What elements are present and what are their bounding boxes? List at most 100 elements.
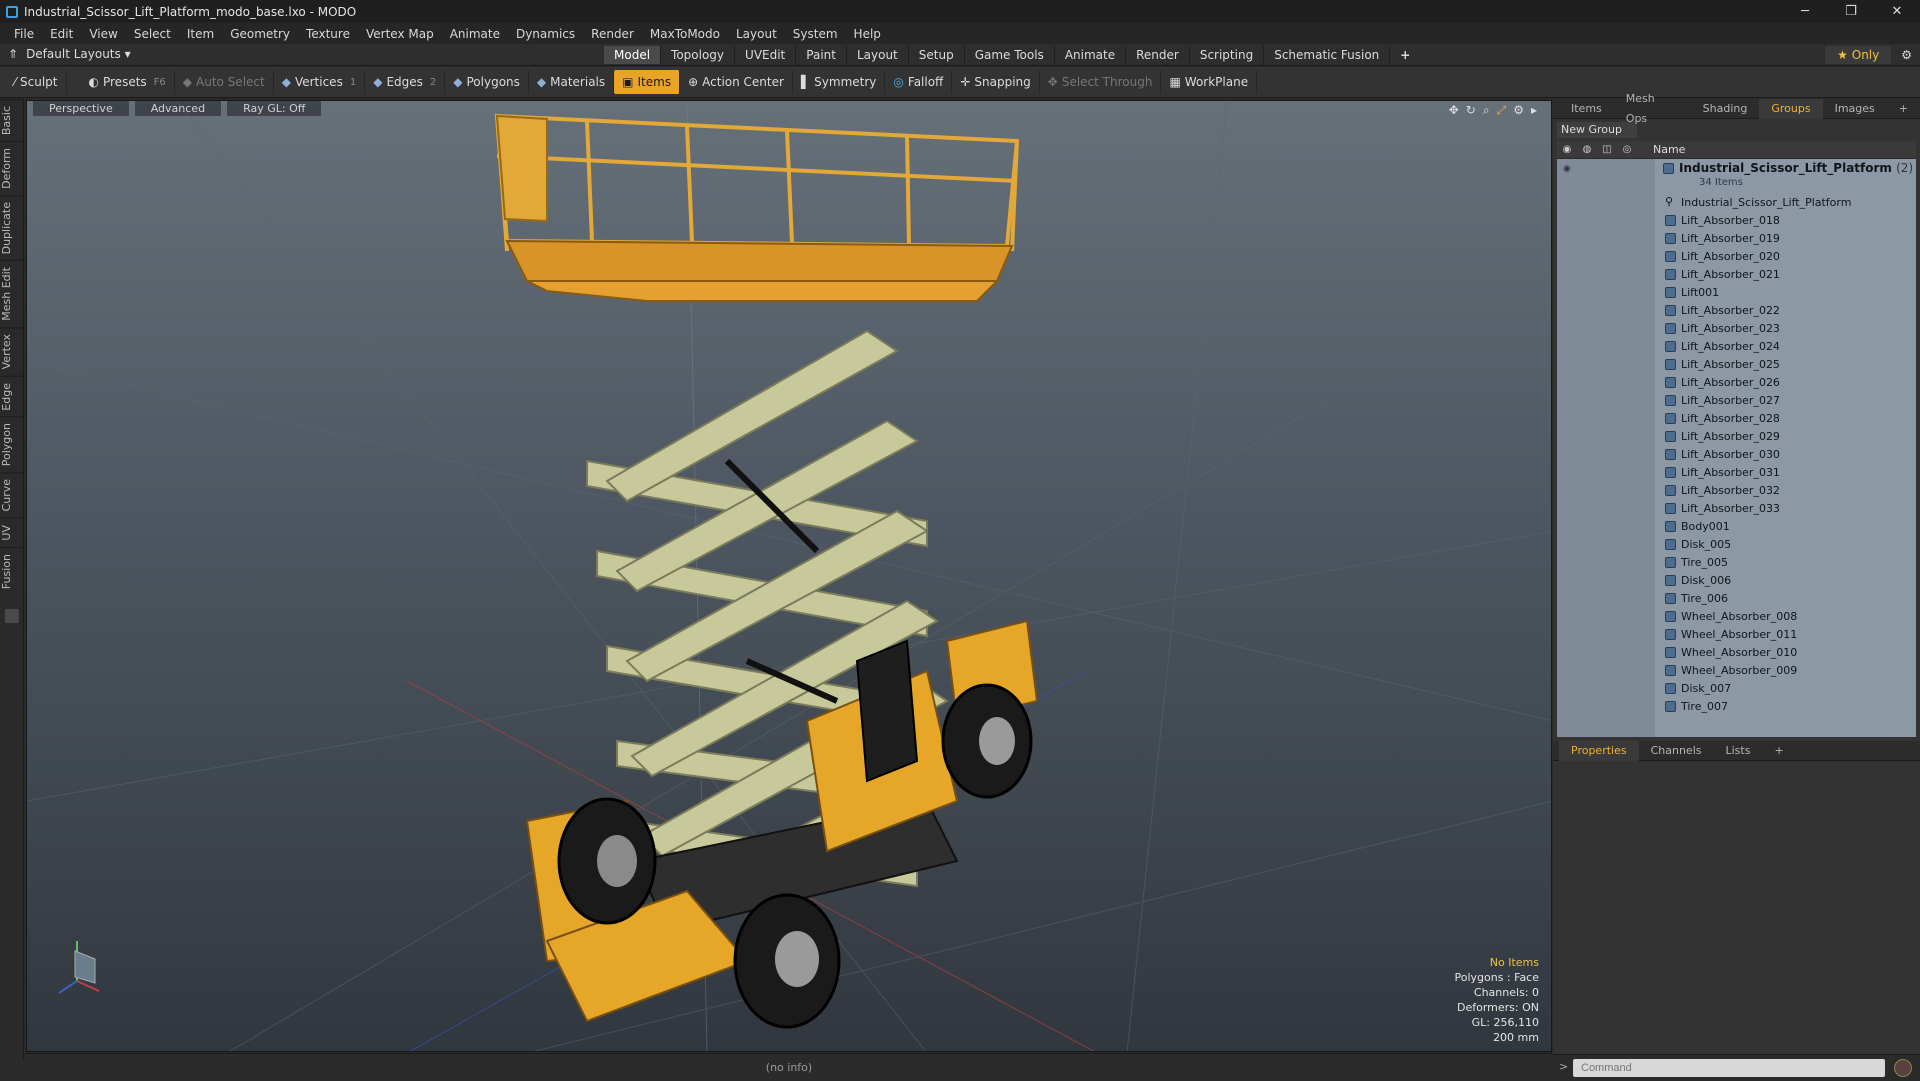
group-item-row[interactable]: Disk_007 [1557, 679, 1916, 697]
group-item-row[interactable]: ⚲ Industrial_Scissor_Lift_Platform [1557, 193, 1916, 211]
scissor-lift-model[interactable] [27, 101, 1552, 1052]
tab-setup[interactable]: Setup [909, 46, 965, 64]
gear-icon[interactable]: ⚙ [1901, 48, 1912, 62]
tab-topology[interactable]: Topology [661, 46, 736, 64]
select-through-button[interactable]: ✥ Select Through [1040, 70, 1162, 94]
tab-mesh-ops[interactable]: Mesh Ops [1614, 89, 1691, 129]
sculpt-button[interactable]: ⁄ Sculpt [6, 70, 67, 94]
vtab-deform[interactable]: Deform [0, 141, 24, 196]
menu-layout[interactable]: Layout [728, 27, 785, 41]
vtab-curve[interactable]: Curve [0, 472, 24, 518]
menu-edit[interactable]: Edit [42, 27, 81, 41]
add-properties-tab-button[interactable]: + [1762, 741, 1795, 761]
menu-animate[interactable]: Animate [442, 27, 508, 41]
tab-schematic-fusion[interactable]: Schematic Fusion [1264, 46, 1391, 64]
group-item-row[interactable]: Lift_Absorber_026 [1557, 373, 1916, 391]
polygons-button[interactable]: ◆ Polygons [445, 70, 529, 94]
minimize-button[interactable]: ─ [1782, 0, 1828, 23]
menu-texture[interactable]: Texture [298, 27, 358, 41]
tab-groups[interactable]: Groups [1759, 98, 1823, 119]
group-item-row[interactable]: Lift_Absorber_032 [1557, 481, 1916, 499]
vtab-polygon[interactable]: Polygon [0, 416, 24, 473]
group-item-row[interactable]: Lift_Absorber_019 [1557, 229, 1916, 247]
menu-render[interactable]: Render [583, 27, 642, 41]
group-item-row[interactable]: Tire_007 [1557, 697, 1916, 715]
menu-file[interactable]: File [6, 27, 42, 41]
group-item-row[interactable]: Lift_Absorber_030 [1557, 445, 1916, 463]
eye-icon[interactable]: ◉ [1563, 164, 1571, 174]
layout-dropdown[interactable]: Default Layouts ▾ [26, 47, 131, 61]
vtab-uv[interactable]: UV [0, 517, 24, 547]
tab-channels[interactable]: Channels [1639, 741, 1714, 761]
group-item-row[interactable]: Disk_005 [1557, 535, 1916, 553]
close-button[interactable]: ✕ [1874, 0, 1920, 23]
panel-toggle-button[interactable] [4, 608, 19, 623]
group-item-row[interactable]: Lift_Absorber_024 [1557, 337, 1916, 355]
visibility-column-icon[interactable]: ◉ [1557, 144, 1577, 155]
group-root-row[interactable]: ◉ Industrial_Scissor_Lift_Platform (2) 3… [1557, 159, 1916, 193]
items-button[interactable]: ▣ Items [614, 70, 681, 94]
group-item-row[interactable]: Lift_Absorber_025 [1557, 355, 1916, 373]
group-item-row[interactable]: Lift_Absorber_022 [1557, 301, 1916, 319]
tab-render[interactable]: Render [1126, 46, 1190, 64]
group-item-row[interactable]: Wheel_Absorber_009 [1557, 661, 1916, 679]
menu-dynamics[interactable]: Dynamics [508, 27, 583, 41]
tab-shading[interactable]: Shading [1691, 99, 1760, 119]
materials-button[interactable]: ◆ Materials [529, 70, 615, 94]
action-center-button[interactable]: ⊕ Action Center [680, 70, 793, 94]
group-item-row[interactable]: Lift_Absorber_029 [1557, 427, 1916, 445]
tab-lists[interactable]: Lists [1714, 741, 1763, 761]
name-column[interactable]: Name [1653, 143, 1685, 156]
group-item-row[interactable]: Tire_005 [1557, 553, 1916, 571]
group-item-row[interactable]: Body001 [1557, 517, 1916, 535]
menu-system[interactable]: System [785, 27, 846, 41]
select-column-icon[interactable]: ◎ [1617, 144, 1637, 155]
symmetry-button[interactable]: ▌ Symmetry [793, 70, 886, 94]
vtab-duplicate[interactable]: Duplicate [0, 195, 24, 261]
lock-column-icon[interactable]: ◫ [1597, 144, 1617, 155]
falloff-button[interactable]: ◎ Falloff [885, 70, 953, 94]
menu-select[interactable]: Select [126, 27, 179, 41]
tab-animate[interactable]: Animate [1055, 46, 1127, 64]
tab-items[interactable]: Items [1559, 99, 1614, 119]
vtab-vertex[interactable]: Vertex [0, 327, 24, 376]
menu-vertex-map[interactable]: Vertex Map [358, 27, 442, 41]
render-column-icon[interactable]: ◍ [1577, 144, 1597, 155]
tab-properties[interactable]: Properties [1559, 740, 1639, 761]
group-item-row[interactable]: Lift_Absorber_021 [1557, 265, 1916, 283]
vertices-button[interactable]: ◆ Vertices 1 [274, 70, 366, 94]
tab-uvedit[interactable]: UVEdit [735, 46, 797, 64]
tab-model[interactable]: Model [604, 46, 662, 64]
group-item-row[interactable]: Lift_Absorber_027 [1557, 391, 1916, 409]
tab-images[interactable]: Images [1823, 99, 1887, 119]
group-item-row[interactable]: Lift_Absorber_018 [1557, 211, 1916, 229]
menu-help[interactable]: Help [846, 27, 889, 41]
tab-paint[interactable]: Paint [796, 46, 847, 64]
add-tab-button[interactable]: + [1390, 46, 1420, 64]
vtab-edge[interactable]: Edge [0, 375, 24, 417]
layout-arrow-icon[interactable]: ⇑ [8, 47, 18, 61]
presets-button[interactable]: ◐ Presets F6 [81, 70, 175, 94]
group-item-row[interactable]: Lift_Absorber_023 [1557, 319, 1916, 337]
command-history-button[interactable] [1894, 1059, 1912, 1077]
group-item-row[interactable]: Wheel_Absorber_010 [1557, 643, 1916, 661]
group-item-row[interactable]: Disk_006 [1557, 571, 1916, 589]
menu-geometry[interactable]: Geometry [222, 27, 298, 41]
menu-item[interactable]: Item [179, 27, 222, 41]
command-input[interactable] [1573, 1059, 1885, 1077]
group-item-row[interactable]: Lift_Absorber_031 [1557, 463, 1916, 481]
auto-select-button[interactable]: ◆ Auto Select [175, 70, 274, 94]
only-toggle[interactable]: ★ Only [1825, 46, 1892, 64]
tab-scripting[interactable]: Scripting [1190, 46, 1265, 64]
menu-view[interactable]: View [81, 27, 125, 41]
vtab-fusion[interactable]: Fusion [0, 546, 24, 595]
vtab-basic[interactable]: Basic [0, 99, 24, 142]
group-item-row[interactable]: Wheel_Absorber_008 [1557, 607, 1916, 625]
vtab-mesh-edit[interactable]: Mesh Edit [0, 260, 24, 328]
group-item-row[interactable]: Wheel_Absorber_011 [1557, 625, 1916, 643]
edges-button[interactable]: ◆ Edges 2 [365, 70, 446, 94]
maximize-button[interactable]: ❐ [1828, 0, 1874, 23]
tab-game-tools[interactable]: Game Tools [965, 46, 1055, 64]
workplane-button[interactable]: ▦ WorkPlane [1161, 70, 1258, 94]
tab-layout[interactable]: Layout [847, 46, 909, 64]
